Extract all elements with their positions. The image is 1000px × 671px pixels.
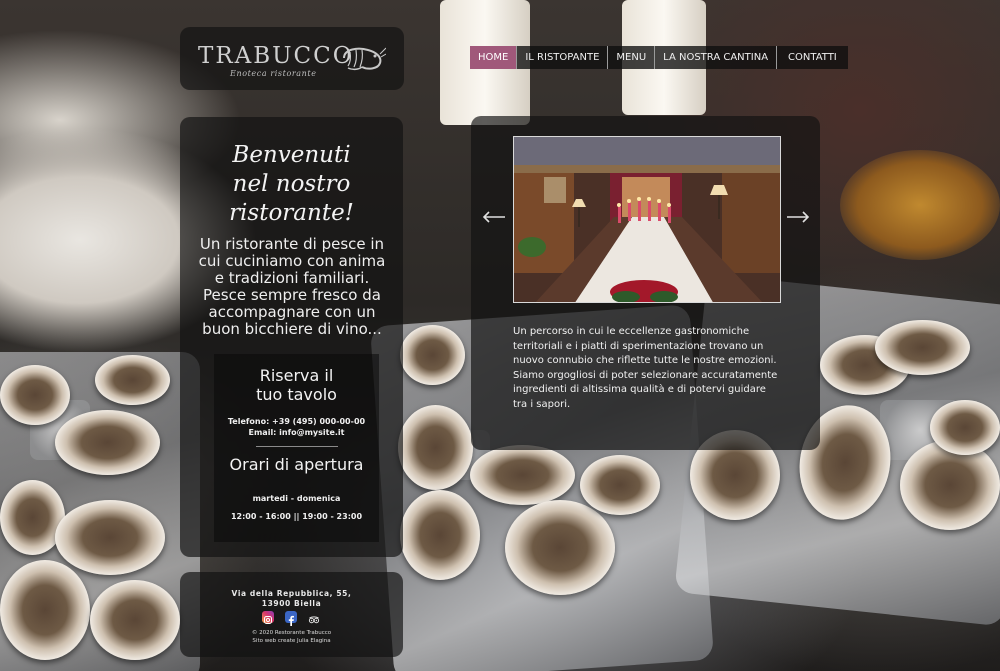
credit-line: Sito web create Julia Elagina bbox=[252, 638, 331, 644]
brand-name: TRABUCCO bbox=[198, 43, 354, 69]
tripadvisor-icon[interactable] bbox=[308, 611, 320, 624]
opening-times: 12:00 - 16:00 || 19:00 - 23:00 bbox=[230, 512, 363, 521]
dining-room-photo bbox=[514, 137, 780, 302]
main-nav: HOME IL RISTOPANTE MENU LA NOSTRA CANTIN… bbox=[470, 46, 848, 69]
logo-box[interactable]: TRABUCCO Enoteca ristorante bbox=[180, 27, 404, 90]
instagram-icon[interactable] bbox=[262, 611, 274, 624]
divider bbox=[256, 446, 338, 447]
welcome-title-line: nel nostro bbox=[232, 171, 351, 197]
facebook-icon[interactable] bbox=[285, 611, 297, 626]
address: Via della Repubblica, 55, 13900 Biella bbox=[180, 589, 403, 609]
welcome-text: Un ristorante di pesce in cui cuciniamo … bbox=[198, 235, 386, 338]
copyright-line: © 2020 Restorante Trabucco bbox=[251, 630, 332, 636]
arrow-right-icon[interactable] bbox=[785, 210, 811, 224]
nav-contatti[interactable]: CONTATTI bbox=[777, 46, 848, 69]
address-line: Via della Repubblica, 55, bbox=[231, 589, 352, 598]
email-address[interactable]: Email: info@mysite.it bbox=[214, 428, 379, 437]
nav-il-ristopante[interactable]: IL RISTOPANTE bbox=[517, 46, 609, 69]
nav-la-nostra-cantina[interactable]: LA NOSTRA CANTINA bbox=[655, 46, 778, 69]
opening-days: martedi - domenica bbox=[252, 494, 341, 503]
main-panel: Un percorso in cui le eccellenze gastron… bbox=[471, 116, 820, 450]
reservation-title: Riserva il tuo tavolo bbox=[214, 366, 379, 404]
address-line: 13900 Biella bbox=[261, 599, 322, 608]
nav-home[interactable]: HOME bbox=[470, 46, 518, 69]
opening-hours-title: Orari di apertura bbox=[229, 455, 364, 474]
welcome-panel: Benvenuti nel nostro ristorante! Un rist… bbox=[180, 117, 403, 557]
main-description: Un percorso in cui le eccellenze gastron… bbox=[513, 326, 778, 410]
footer-panel: Via della Repubblica, 55, 13900 Biella ©… bbox=[180, 572, 403, 657]
reservation-title-line: tuo tavolo bbox=[256, 385, 337, 404]
slideshow-image[interactable] bbox=[513, 136, 781, 303]
reservation-title-line: Riserva il bbox=[259, 366, 334, 385]
nav-menu[interactable]: MENU bbox=[608, 46, 656, 69]
phone-number[interactable]: Telefono: +39 (495) 000-00-00 bbox=[214, 417, 379, 426]
welcome-title-line: ristorante! bbox=[229, 200, 354, 226]
welcome-title-line: Benvenuti bbox=[232, 142, 351, 168]
reservation-box: Riserva il tuo tavolo Telefono: +39 (495… bbox=[214, 354, 379, 542]
brand-subtitle: Enoteca ristorante bbox=[230, 69, 317, 78]
copyright: © 2020 Restorante Trabucco Sito web crea… bbox=[180, 629, 403, 645]
welcome-title: Benvenuti nel nostro ristorante! bbox=[180, 141, 403, 228]
arrow-left-icon[interactable] bbox=[481, 210, 507, 224]
shrimp-icon bbox=[343, 47, 386, 71]
